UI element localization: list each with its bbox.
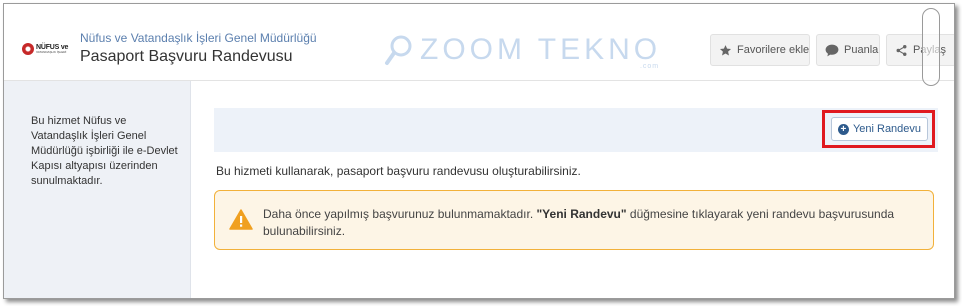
scroll-indicator <box>922 8 940 86</box>
service-description: Bu hizmet Nüfus ve Vatandaşlık İşleri Ge… <box>31 115 178 187</box>
alert-text-before: Daha önce yapılmış başvurunuz bulunmamak… <box>263 207 537 221</box>
share-button[interactable]: Paylaş <box>886 34 954 66</box>
plus-circle-icon: + <box>837 123 849 135</box>
logo-line-2: VATANDAŞLIK İŞLERİ <box>36 50 67 54</box>
organization-name[interactable]: Nüfus ve Vatandaşlık İşleri Genel Müdürl… <box>80 31 317 45</box>
nvi-logo: NÜFUS ve VATANDAŞLIK İŞLERİ <box>22 41 76 57</box>
alert-message: Daha önce yapılmış başvurunuz bulunmamak… <box>263 206 923 240</box>
alert-text-emphasis: "Yeni Randevu" <box>536 207 627 221</box>
warning-triangle-icon <box>229 209 253 230</box>
share-icon <box>896 44 907 56</box>
browser-frame: NÜFUS ve VATANDAŞLIK İŞLERİ Nüfus ve Vat… <box>3 3 955 299</box>
speech-bubble-icon <box>825 44 839 56</box>
new-appointment-button[interactable]: + Yeni Randevu <box>831 117 928 141</box>
info-alert: Daha önce yapılmış başvurunuz bulunmamak… <box>214 190 934 250</box>
rate-label: Puanla <box>844 44 879 56</box>
watermark-text: ZOOM TEKNO <box>420 33 662 66</box>
new-appointment-label: Yeni Randevu <box>852 123 922 135</box>
page-title: Pasaport Başvuru Randevusu <box>80 48 293 65</box>
add-favorite-button[interactable]: Favorilere ekle <box>710 34 810 66</box>
watermark-subtext: .com <box>639 63 660 70</box>
sidebar: Bu hizmet Nüfus ve Vatandaşlık İşleri Ge… <box>4 81 191 298</box>
rate-button[interactable]: Puanla <box>816 34 880 66</box>
logo-mark-icon <box>22 43 34 55</box>
intro-text: Bu hizmeti kullanarak, pasaport başvuru … <box>216 164 581 178</box>
page-header: NÜFUS ve VATANDAŞLIK İŞLERİ Nüfus ve Vat… <box>4 4 954 86</box>
magnifier-icon <box>385 35 412 65</box>
add-favorite-label: Favorilere ekle <box>737 44 810 56</box>
watermark-words: ZOOM TEKNO .com <box>420 33 662 71</box>
watermark: ZOOM TEKNO .com <box>384 33 662 71</box>
star-icon <box>719 44 732 55</box>
logo-text: NÜFUS ve VATANDAŞLIK İŞLERİ <box>36 44 68 54</box>
